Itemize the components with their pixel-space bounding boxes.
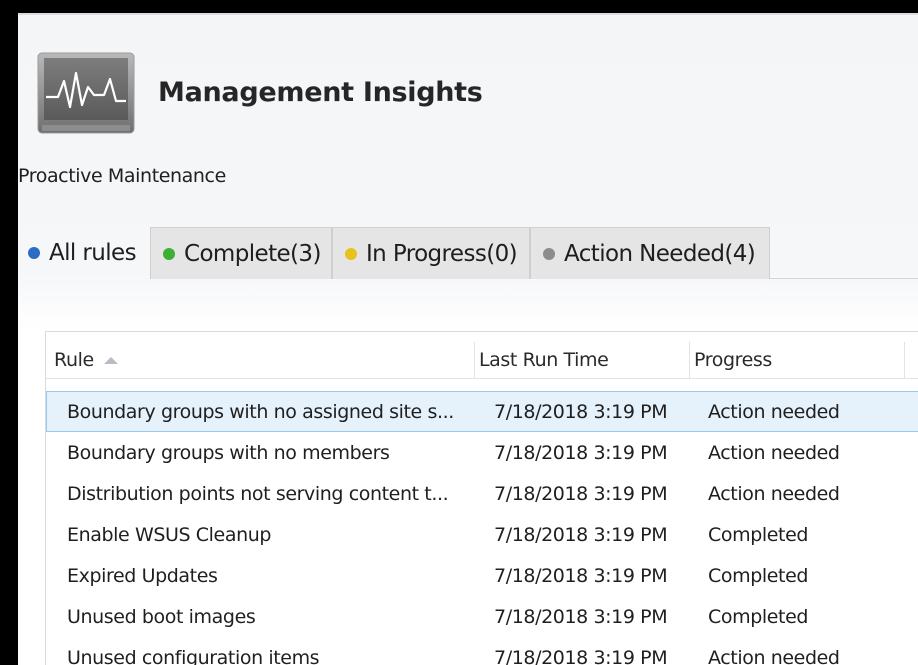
rule-name-cell: Boundary groups with no members (67, 441, 390, 464)
blue-status-dot-icon (28, 247, 40, 259)
rule-name-cell: Expired Updates (67, 564, 218, 587)
rule-filter-tabs: All rules Complete(3) In Progress(0) Act… (18, 227, 918, 279)
tab-action-needed[interactable]: Action Needed(4) (530, 227, 770, 279)
column-header-last-run-time[interactable]: Last Run Time (479, 342, 689, 378)
table-row[interactable]: Unused configuration items 7/18/2018 3:1… (46, 637, 918, 665)
table-row[interactable]: Distribution points not serving content … (46, 473, 918, 514)
yellow-status-dot-icon (345, 247, 357, 260)
column-divider[interactable] (904, 342, 905, 378)
progress-cell: Action needed (708, 400, 840, 423)
table-row[interactable]: Boundary groups with no assigned site s.… (46, 391, 918, 432)
tab-label: Complete(3) (184, 240, 321, 267)
sort-ascending-icon (103, 356, 118, 364)
table-row[interactable]: Unused boot images 7/18/2018 3:19 PM Com… (46, 596, 918, 637)
column-header-label: Last Run Time (479, 349, 609, 371)
progress-cell: Completed (708, 605, 809, 628)
column-divider[interactable] (689, 342, 690, 378)
panel-top-border (18, 13, 918, 15)
column-divider[interactable] (474, 342, 475, 378)
rule-name-cell: Distribution points not serving content … (67, 482, 449, 505)
rule-name-cell: Unused configuration items (67, 646, 320, 665)
management-insights-panel: Management Insights Proactive Maintenanc… (18, 13, 918, 665)
last-run-time-cell: 7/18/2018 3:19 PM (494, 605, 668, 628)
tab-in-progress[interactable]: In Progress(0) (332, 227, 530, 279)
tab-complete[interactable]: Complete(3) (150, 227, 332, 279)
last-run-time-cell: 7/18/2018 3:19 PM (494, 482, 668, 505)
last-run-time-cell: 7/18/2018 3:19 PM (494, 523, 668, 546)
last-run-time-cell: 7/18/2018 3:19 PM (494, 564, 668, 587)
tab-label: In Progress(0) (366, 240, 518, 267)
table-row[interactable]: Boundary groups with no members 7/18/201… (46, 432, 918, 473)
rule-name-cell: Unused boot images (67, 605, 256, 628)
table-row[interactable]: Expired Updates 7/18/2018 3:19 PM Comple… (46, 555, 918, 596)
last-run-time-cell: 7/18/2018 3:19 PM (494, 400, 668, 423)
progress-cell: Completed (708, 564, 809, 587)
column-header-rule[interactable]: Rule (54, 342, 474, 378)
last-run-time-cell: 7/18/2018 3:19 PM (494, 646, 668, 665)
progress-cell: Completed (708, 523, 809, 546)
column-header-label: Rule (54, 349, 94, 371)
progress-cell: Action needed (708, 646, 840, 665)
list-header: Rule Last Run Time Progress (46, 342, 918, 379)
screenshot-frame: Management Insights Proactive Maintenanc… (0, 0, 918, 665)
green-status-dot-icon (163, 247, 175, 260)
tab-label: All rules (49, 240, 137, 266)
tab-label: Action Needed(4) (564, 240, 756, 267)
rule-name-cell: Enable WSUS Cleanup (67, 523, 272, 546)
page-title: Management Insights (158, 77, 483, 108)
tab-all-rules[interactable]: All rules (18, 227, 150, 279)
progress-cell: Action needed (708, 482, 840, 505)
heartbeat-monitor-icon (37, 52, 135, 134)
gray-status-dot-icon (543, 247, 555, 260)
table-row[interactable]: Enable WSUS Cleanup 7/18/2018 3:19 PM Co… (46, 514, 918, 555)
progress-cell: Action needed (708, 441, 840, 464)
rule-name-cell: Boundary groups with no assigned site s.… (67, 400, 454, 423)
column-header-label: Progress (694, 349, 772, 371)
column-header-progress[interactable]: Progress (694, 342, 904, 378)
last-run-time-cell: 7/18/2018 3:19 PM (494, 441, 668, 464)
page-subtitle: Proactive Maintenance (18, 165, 226, 187)
rules-list-view[interactable]: Rule Last Run Time Progress Boundary gro… (45, 331, 918, 665)
